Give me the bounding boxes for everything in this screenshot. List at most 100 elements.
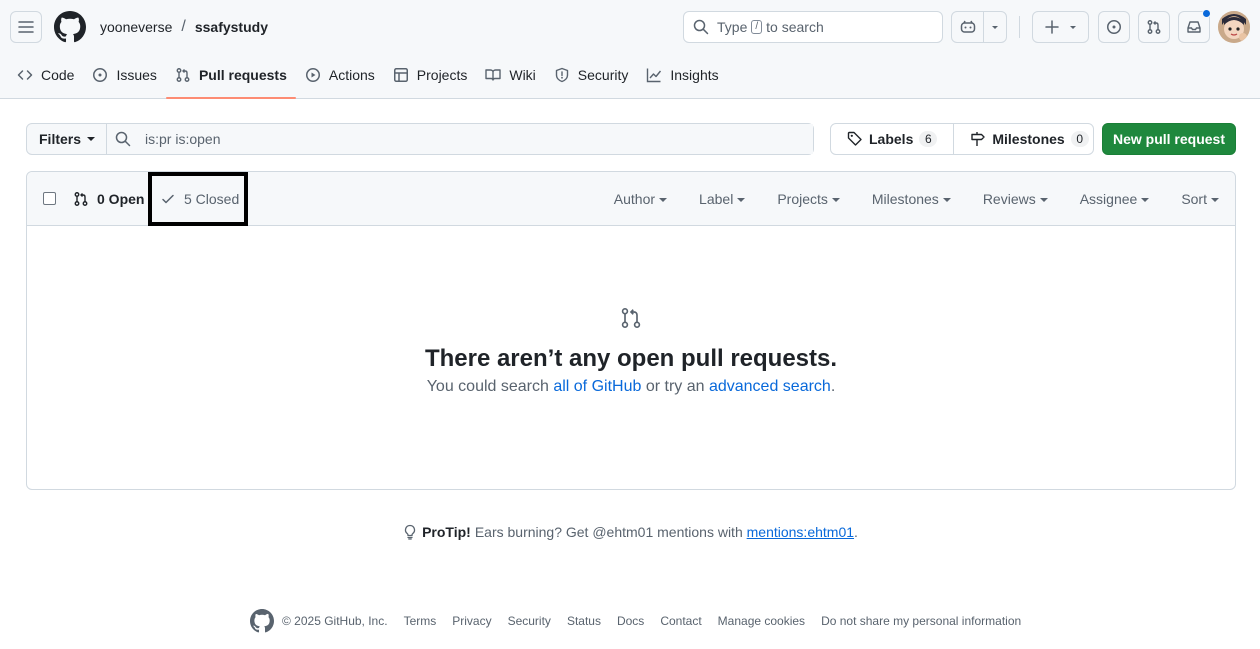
footer-link-privacy[interactable]: Privacy xyxy=(452,614,491,628)
search-input[interactable]: Type / to search xyxy=(683,11,943,43)
footer-link-contact[interactable]: Contact xyxy=(660,614,701,628)
copilot-icon xyxy=(960,20,975,33)
tag-icon xyxy=(847,131,862,146)
filter-query: is:pr is:open xyxy=(145,131,221,147)
blankslate-icon-wrap xyxy=(619,306,643,330)
chevron-down-icon xyxy=(992,26,998,29)
protip-label: ProTip! xyxy=(422,524,471,540)
tab-label: Insights xyxy=(670,67,719,83)
footer-link-manage-cookies[interactable]: Manage cookies xyxy=(718,614,805,628)
notification-dot xyxy=(1202,9,1211,18)
copyright: © 2025 GitHub, Inc. xyxy=(282,614,388,628)
pull-requests-button[interactable] xyxy=(1138,11,1170,43)
blankslate-text: You could search all of GitHub or try an… xyxy=(426,378,836,395)
check-icon xyxy=(162,194,174,204)
create-new-button[interactable] xyxy=(1032,11,1089,43)
graph-icon xyxy=(647,68,662,83)
footer-link-security[interactable]: Security xyxy=(508,614,551,628)
tab-security[interactable]: Security xyxy=(545,56,638,94)
hamburger-icon xyxy=(18,21,34,33)
code-icon xyxy=(17,70,33,80)
repo-link[interactable]: ssafystudy xyxy=(195,19,268,35)
author-filter[interactable]: Author xyxy=(614,191,668,207)
copilot-button[interactable] xyxy=(951,11,1007,43)
footer-link-docs[interactable]: Docs xyxy=(617,614,644,628)
footer-link-terms[interactable]: Terms xyxy=(404,614,437,628)
caret-down-icon xyxy=(942,198,951,202)
header-divider xyxy=(1019,16,1020,38)
open-count-label: 0 Open xyxy=(97,191,145,207)
filter-search-input[interactable]: is:pr is:open xyxy=(107,124,813,154)
chevron-down-icon xyxy=(87,137,96,141)
assignee-filter[interactable]: Assignee xyxy=(1080,191,1150,207)
sort-filter[interactable]: Sort xyxy=(1181,191,1219,207)
tab-label: Projects xyxy=(416,67,468,83)
issues-button[interactable] xyxy=(1098,11,1130,43)
tab-label: Security xyxy=(577,67,629,83)
light-bulb-icon xyxy=(404,524,416,540)
blankslate: There aren’t any open pull requests. You… xyxy=(27,306,1235,396)
filter-menus: Author Label Projects Milestones Reviews… xyxy=(582,191,1219,207)
copilot-main[interactable] xyxy=(952,12,984,42)
projects-filter[interactable]: Projects xyxy=(777,191,840,207)
avatar[interactable] xyxy=(1218,11,1250,43)
menu-button[interactable] xyxy=(10,11,42,43)
list-header: 0 Open 5 Closed Author Label Projects Mi… xyxy=(27,172,1235,226)
table-icon xyxy=(393,68,408,82)
advanced-search-link[interactable]: advanced search xyxy=(709,378,831,395)
tab-wiki[interactable]: Wiki xyxy=(476,56,544,94)
caret-down-icon xyxy=(659,198,668,202)
search-shortcut-key: / xyxy=(751,20,763,34)
blankslate-title: There aren’t any open pull requests. xyxy=(424,345,838,372)
reviews-filter[interactable]: Reviews xyxy=(983,191,1048,207)
tab-label: Actions xyxy=(328,67,375,83)
search-placeholder: Type / to search xyxy=(717,19,824,35)
label-filter[interactable]: Label xyxy=(699,191,746,207)
footer-link-status[interactable]: Status xyxy=(567,614,601,628)
tab-actions[interactable]: Actions xyxy=(296,56,384,94)
github-logo-icon xyxy=(54,11,86,43)
tab-issues[interactable]: Issues xyxy=(83,56,165,94)
milestones-filter[interactable]: Milestones xyxy=(872,191,951,207)
new-pull-request-button[interactable]: New pull request xyxy=(1102,123,1236,155)
tab-code[interactable]: Code xyxy=(8,56,83,94)
book-icon xyxy=(485,69,502,81)
search-icon xyxy=(693,19,709,35)
search-icon xyxy=(115,131,131,147)
tab-label: Pull requests xyxy=(198,67,287,83)
closed-filter-link[interactable]: 5 Closed xyxy=(148,172,248,226)
labels-milestones-group: Labels 6 Milestones 0 xyxy=(830,123,1094,155)
milestones-button[interactable]: Milestones 0 xyxy=(953,124,1104,154)
milestone-icon xyxy=(971,132,986,146)
labels-count: 6 xyxy=(919,131,938,147)
avatar-image xyxy=(1218,11,1250,43)
all-of-github-link[interactable]: all of GitHub xyxy=(553,378,641,395)
filters-dropdown-button[interactable]: Filters xyxy=(27,124,107,154)
github-logo-icon[interactable] xyxy=(250,609,274,633)
closed-count-label: 5 Closed xyxy=(184,191,240,207)
play-icon xyxy=(305,68,320,82)
issue-icon xyxy=(93,68,108,82)
filters-label: Filters xyxy=(39,131,82,147)
labels-button[interactable]: Labels 6 xyxy=(831,124,953,154)
caret-down-icon xyxy=(737,198,746,202)
issue-icon xyxy=(1107,20,1121,34)
chevron-down-icon xyxy=(1069,26,1076,29)
footer: © 2025 GitHub, Inc. Terms Privacy Securi… xyxy=(250,609,1037,633)
open-filter-link[interactable]: 0 Open xyxy=(73,191,144,207)
copilot-dropdown[interactable] xyxy=(984,22,1006,32)
breadcrumb: yooneverse / ssafystudy xyxy=(100,18,268,36)
tab-pull-requests[interactable]: Pull requests xyxy=(165,56,296,99)
milestones-count: 0 xyxy=(1070,131,1089,147)
footer-link-do-not-share[interactable]: Do not share my personal information xyxy=(821,614,1021,628)
github-logo[interactable] xyxy=(54,11,86,43)
tab-insights[interactable]: Insights xyxy=(637,56,727,94)
pull-request-icon xyxy=(74,192,88,206)
pull-request-icon xyxy=(621,308,641,328)
owner-link[interactable]: yooneverse xyxy=(100,19,172,35)
select-all-checkbox[interactable] xyxy=(43,192,56,205)
caret-down-icon xyxy=(1211,198,1219,202)
protip: ProTip! Ears burning? Get @ehtm01 mentio… xyxy=(0,524,1260,540)
mentions-link[interactable]: mentions:ehtm01 xyxy=(747,524,854,540)
tab-projects[interactable]: Projects xyxy=(384,56,477,94)
